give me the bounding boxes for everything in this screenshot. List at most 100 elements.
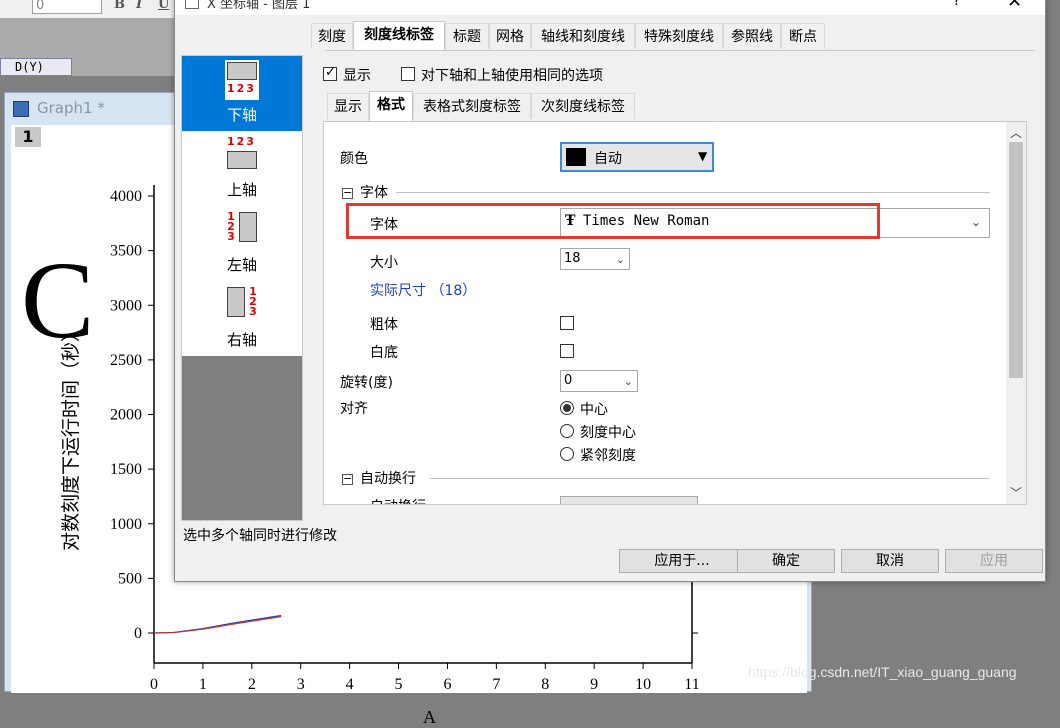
y-tick-label: 500 [118,570,142,587]
watermark: https://blog.csdn.net/IT_xiao_guang_guan… [748,664,1017,680]
align-tick-center-label: 刻度中心 [580,425,636,441]
tab-scale[interactable]: 刻度 [311,23,353,49]
collapse-font-icon[interactable]: − [342,187,353,199]
dialog-title-bar[interactable]: X 坐标轴 - 图层 1 ? ✕ [175,0,1045,15]
color-value: 自动 [594,151,622,167]
chevron-down-icon: ⌄ [615,253,625,266]
axis-label-top: 上轴 [226,181,257,199]
y-tick-label: 2000 [110,407,142,424]
color-dropdown[interactable]: 自动 ▼ [560,142,714,172]
y-tick-label: 1000 [110,516,142,533]
x-tick-label: 5 [395,676,403,693]
same-options-label: 对下轴和上轴使用相同的选项 [421,68,603,84]
help-button[interactable]: ? [953,0,960,9]
show-label: 显示 [343,68,371,84]
axis-list: 123 下轴 123 上轴 123 左轴 123 右轴 [181,55,303,521]
tab-axis-lines[interactable]: 轴线和刻度线 [531,23,635,49]
bottom-axis-icon: 123 [225,60,259,100]
align-next-tick-radio[interactable] [560,447,574,461]
y-axis-title[interactable]: 对数刻度下运行时间（秒） [56,277,82,597]
collapse-wrap-icon[interactable]: − [342,473,353,485]
tab-breaks[interactable]: 断点 [781,23,825,49]
chevron-down-icon: ⌄ [971,215,982,229]
y-tick-label: 0 [134,625,142,642]
vertical-scrollbar[interactable]: ︿ ﹀ [1006,122,1026,504]
size-label: 大小 [370,255,398,271]
y-tick-label: 4000 [110,188,142,205]
align-tick-center-radio[interactable] [560,424,574,438]
size-value: 18 [564,251,581,266]
size-combo[interactable]: 18 ⌄ [560,248,630,270]
apply-to-button[interactable]: 应用于... [619,549,745,573]
apply-button[interactable]: 应用 [945,549,1043,573]
scroll-up-icon[interactable]: ︿ [1010,124,1022,141]
subtab-table-labels[interactable]: 表格式刻度标签 [413,93,531,119]
font-section-title: 字体 [360,185,388,201]
axis-list-empty [182,356,302,520]
subtab-format[interactable]: 格式 [369,91,413,121]
y-tick-label: 3500 [110,243,142,260]
wrap-combo[interactable] [560,496,698,504]
rotation-combo[interactable]: 0 ⌄ [560,370,638,392]
tab-grid[interactable]: 网格 [489,23,531,49]
section-divider [396,192,990,193]
x-tick-label: 8 [541,676,549,693]
x-tick-label: 9 [590,676,598,693]
font-size-combo[interactable]: 0 [32,0,102,14]
wrap-section-title: 自动换行 [360,471,416,487]
color-swatch [566,148,586,166]
wrap-label: 自动换行 [370,496,426,504]
y-tick-label: 2500 [110,352,142,369]
x-tick-label: 2 [248,676,256,693]
subtab-display[interactable]: 显示 [327,93,369,119]
align-label: 对齐 [340,401,368,417]
sheet-column-header[interactable]: D(Y) [0,58,72,76]
x-tick-label: 7 [492,676,500,693]
x-tick-label: 10 [635,676,651,693]
axis-item-top[interactable]: 123 上轴 [182,131,302,206]
same-options-checkbox[interactable] [401,67,415,81]
underline-button[interactable]: U [158,0,172,12]
align-center-radio[interactable] [560,401,574,415]
axis-label-bottom: 下轴 [226,106,257,124]
chevron-down-icon: ⌄ [623,375,633,388]
white-bg-checkbox[interactable] [560,344,574,358]
align-next-tick-label: 紧邻刻度 [580,448,636,464]
x-axis-title[interactable]: A [423,707,436,728]
x-tick-label: 6 [443,676,451,693]
axis-item-right[interactable]: 123 右轴 [182,281,302,356]
dialog-title: X 坐标轴 - 图层 1 [207,0,311,12]
property-panel: 颜色 自动 ▼ − 字体 字体 Ŧ Times New Roman ⌄ 大小 1… [323,121,1027,505]
workspace-strip [0,18,180,58]
scroll-down-icon[interactable]: ﹀ [1010,484,1022,501]
bold-button[interactable]: B [114,0,128,12]
rotation-label: 旋转(度) [340,375,393,391]
y-tick-label: 1500 [110,461,142,478]
tab-strip-divider [325,50,1035,51]
tab-title[interactable]: 标题 [445,23,489,49]
color-label: 颜色 [340,151,368,167]
ok-button[interactable]: 确定 [737,549,835,573]
axis-dialog: X 坐标轴 - 图层 1 ? ✕ 刻度 刻度线标签 标题 网格 轴线和刻度线 特… [174,0,1046,582]
tab-reference-lines[interactable]: 参照线 [723,23,781,49]
tab-tick-labels[interactable]: 刻度线标签 [353,21,445,51]
bold-checkbox[interactable] [560,316,574,330]
axis-label-right: 右轴 [226,331,257,349]
highlight-box [346,203,880,239]
x-tick-label: 1 [199,676,207,693]
close-icon[interactable]: ✕ [1007,0,1022,12]
italic-button[interactable]: I [136,0,150,12]
axis-item-bottom[interactable]: 123 下轴 [182,56,302,131]
scroll-thumb[interactable] [1009,142,1023,378]
rotation-value: 0 [564,373,573,388]
status-text: 选中多个轴同时进行修改 [183,528,337,544]
subtab-minor-labels[interactable]: 次刻度线标签 [531,93,635,119]
actual-size-link[interactable]: 实际尺寸 （18） [370,280,476,300]
show-checkbox[interactable] [323,65,337,81]
dropdown-arrow-icon: ▼ [698,149,708,163]
tab-special-ticks[interactable]: 特殊刻度线 [635,23,723,49]
bold-label: 粗体 [370,317,398,333]
workspace-strip-2 [72,58,180,76]
cancel-button[interactable]: 取消 [841,549,939,573]
axis-item-left[interactable]: 123 左轴 [182,206,302,281]
